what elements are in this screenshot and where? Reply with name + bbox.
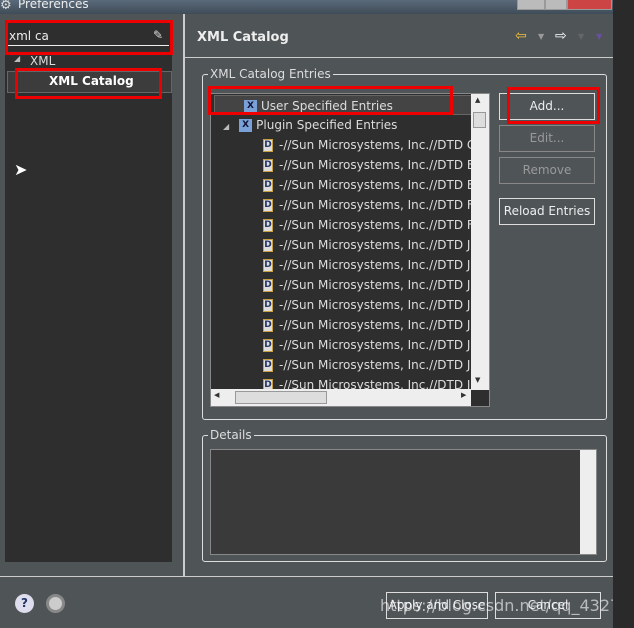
tree-row-dtd-entry[interactable]: D -//Sun Microsystems, Inc.//DTD C <box>263 135 475 155</box>
dtd-file-icon: D <box>263 139 273 152</box>
forward-menu-icon[interactable]: ▼ <box>578 32 584 41</box>
tree-row-dtd-entry[interactable]: D -//Sun Microsystems, Inc.//DTD F <box>263 195 474 215</box>
add-button[interactable]: Add... <box>499 93 595 120</box>
dtd-file-icon: D <box>263 199 273 212</box>
edit-button[interactable]: Edit... <box>499 125 595 152</box>
expand-icon[interactable]: ◢ <box>223 122 229 131</box>
forward-arrow-icon[interactable]: ⇨ <box>555 28 567 44</box>
tree-item-xml-catalog[interactable]: XML Catalog <box>49 74 134 88</box>
import-export-icon[interactable] <box>46 594 65 613</box>
minimize-button[interactable] <box>517 0 545 10</box>
catalog-icon: X <box>244 100 257 113</box>
catalog-icon: X <box>239 119 253 132</box>
dtd-file-icon: D <box>263 339 273 352</box>
clear-filter-icon[interactable]: ✎ <box>153 28 163 42</box>
back-arrow-icon[interactable]: ⇦ <box>515 28 527 44</box>
tree-row-dtd-entry[interactable]: D -//Sun Microsystems, Inc.//DTD J <box>263 315 470 335</box>
expand-icon[interactable]: ◢ <box>14 54 20 63</box>
scroll-thumb[interactable] <box>235 391 327 404</box>
remove-button[interactable]: Remove <box>499 157 595 184</box>
dtd-file-icon: D <box>263 299 273 312</box>
tree-item-xml[interactable]: XML <box>30 54 55 68</box>
tree-row-dtd-entry[interactable]: D -//Sun Microsystems, Inc.//DTD J <box>263 355 470 375</box>
tree-row-dtd-entry[interactable]: D -//Sun Microsystems, Inc.//DTD E <box>263 155 474 175</box>
help-icon[interactable]: ? <box>15 594 34 613</box>
tree-row-dtd-entry[interactable]: D -//Sun Microsystems, Inc.//DTD J <box>263 255 470 275</box>
catalog-entries-tree[interactable]: X User Specified Entries ◢ X Plugin Specifi… <box>210 93 490 407</box>
tree-row-dtd-entry[interactable]: D -//Sun Microsystems, Inc.//DTD J <box>263 235 470 255</box>
vertical-scrollbar[interactable]: ▲ ▼ <box>471 94 489 390</box>
tree-row-plugin-entries[interactable]: ◢ X Plugin Specified Entries <box>223 115 397 135</box>
tree-row-dtd-entry[interactable]: D -//Sun Microsystems, Inc.//DTD F <box>263 215 474 235</box>
filter-input[interactable] <box>7 27 169 46</box>
dtd-file-icon: D <box>263 319 273 332</box>
tree-row-dtd-entry[interactable]: D -//Sun Microsystems, Inc.//DTD J <box>263 275 470 295</box>
details-label: Details <box>208 428 254 442</box>
reload-entries-button[interactable]: Reload Entries <box>499 198 595 225</box>
tree-row-dtd-entry[interactable]: D -//Sun Microsystems, Inc.//DTD J <box>263 295 470 315</box>
tree-row-dtd-entry[interactable]: D -//Sun Microsystems, Inc.//DTD E <box>263 175 474 195</box>
horizontal-scrollbar[interactable]: ◀ ▶ <box>211 389 471 406</box>
preferences-icon: ⚙ <box>0 0 12 13</box>
dtd-file-icon: D <box>263 279 273 292</box>
view-menu-icon[interactable]: ▼ <box>596 32 602 41</box>
window-title: Preferences <box>18 0 89 11</box>
page-title: XML Catalog <box>197 30 289 45</box>
mouse-cursor-icon: ➤ <box>14 160 28 179</box>
tree-row-dtd-entry[interactable]: D -//Sun Microsystems, Inc.//DTD J <box>263 335 470 355</box>
dtd-file-icon: D <box>263 159 273 172</box>
close-button[interactable] <box>567 0 612 10</box>
catalog-entries-label: XML Catalog Entries <box>208 67 333 81</box>
details-text-area[interactable] <box>210 449 597 555</box>
title-bar: ⚙ Preferences <box>0 0 634 14</box>
dtd-file-icon: D <box>263 219 273 232</box>
dtd-file-icon: D <box>263 239 273 252</box>
dtd-file-icon: D <box>263 179 273 192</box>
scroll-thumb[interactable] <box>473 112 486 128</box>
back-menu-icon[interactable]: ▼ <box>538 32 544 41</box>
maximize-button[interactable] <box>545 0 567 10</box>
tree-row-user-entries[interactable]: X User Specified Entries <box>214 95 474 115</box>
watermark: https://blog.csdn.net/qq_43270074 <box>380 596 634 615</box>
dtd-file-icon: D <box>263 359 273 372</box>
dtd-file-icon: D <box>263 259 273 272</box>
preference-tree <box>5 22 172 562</box>
